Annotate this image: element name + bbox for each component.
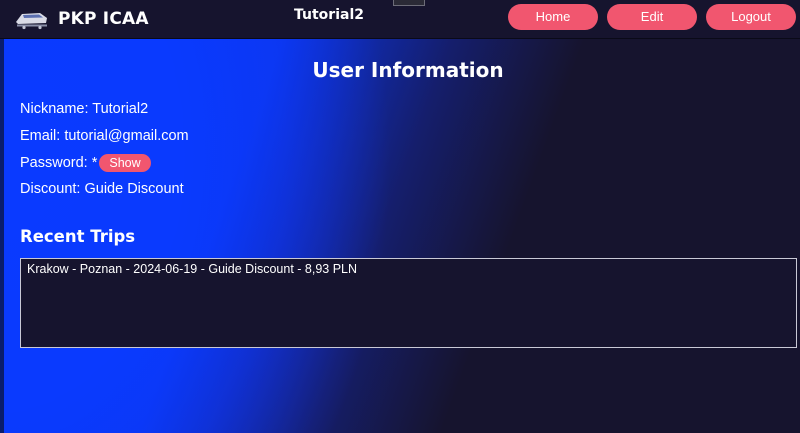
email-row: Email: tutorial@gmail.com bbox=[20, 128, 189, 144]
password-text: Password: * bbox=[20, 155, 98, 171]
password-row: Password: * Show bbox=[20, 154, 151, 172]
brand[interactable]: PKP ICAA bbox=[14, 5, 149, 33]
top-navbar: PKP ICAA Tutorial2 Home Edit Logout bbox=[0, 0, 800, 39]
nickname-text: Nickname: Tutorial2 bbox=[20, 101, 149, 117]
current-username: Tutorial2 bbox=[294, 7, 364, 23]
show-password-button[interactable]: Show bbox=[99, 154, 151, 172]
user-info-title: User Information bbox=[312, 58, 504, 82]
edit-button[interactable]: Edit bbox=[607, 4, 697, 30]
home-button[interactable]: Home bbox=[508, 4, 598, 30]
list-item[interactable]: Krakow - Poznan - 2024-06-19 - Guide Dis… bbox=[27, 262, 357, 276]
discount-row: Discount: Guide Discount bbox=[20, 181, 184, 197]
recent-trips-title: Recent Trips bbox=[20, 227, 136, 246]
logout-button[interactable]: Logout bbox=[706, 4, 796, 30]
recent-trips-list[interactable]: Krakow - Poznan - 2024-06-19 - Guide Dis… bbox=[20, 258, 797, 348]
app-window: PKP ICAA Tutorial2 Home Edit Logout User… bbox=[0, 0, 800, 433]
main-content: User Information Nickname: Tutorial2 Ema… bbox=[0, 39, 800, 433]
brand-name: PKP ICAA bbox=[58, 9, 149, 29]
discount-text: Discount: Guide Discount bbox=[20, 181, 184, 197]
email-text: Email: tutorial@gmail.com bbox=[20, 128, 189, 144]
left-edge bbox=[0, 39, 4, 433]
window-handle bbox=[393, 0, 425, 6]
nickname-row: Nickname: Tutorial2 bbox=[20, 101, 148, 117]
train-icon bbox=[16, 13, 47, 30]
